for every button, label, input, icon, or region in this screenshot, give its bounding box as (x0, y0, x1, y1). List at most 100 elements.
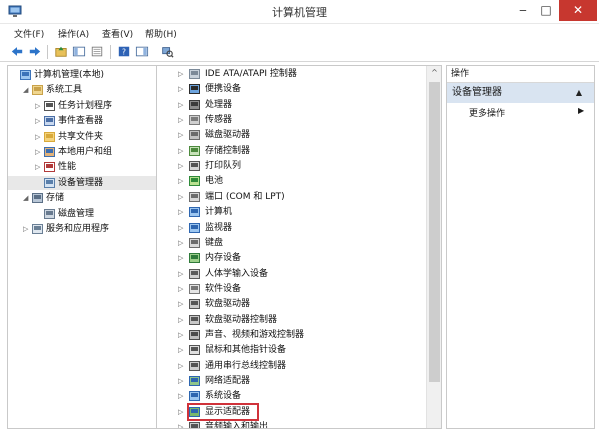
tree-item-label: 性能 (58, 162, 77, 173)
device-category[interactable]: ▷ 计算机 (157, 205, 422, 219)
device-category[interactable]: ▷ 电池 (157, 174, 422, 188)
tree-item[interactable]: 计算机管理(本地) (8, 68, 156, 82)
expand-arrow-icon[interactable]: ▷ (178, 67, 186, 81)
expand-arrow-icon[interactable]: ▷ (178, 420, 186, 428)
device-category[interactable]: ▷ 端口 (COM 和 LPT) (157, 190, 422, 204)
scrollbar-thumb[interactable] (429, 82, 440, 382)
device-category[interactable]: ▷ 显示适配器 (157, 402, 422, 421)
expand-arrow-icon[interactable]: ▷ (35, 130, 43, 144)
properties-icon[interactable] (89, 44, 105, 59)
device-category[interactable]: ▷ 存储控制器 (157, 144, 422, 158)
expand-arrow-icon[interactable]: ▷ (178, 267, 186, 281)
device-category[interactable]: ▷ 鼠标和其他指针设备 (157, 343, 422, 357)
device-category[interactable]: ▷ 通用串行总线控制器 (157, 359, 422, 373)
menu-file[interactable]: 文件(F) (14, 27, 44, 40)
tree-item[interactable]: 设备管理器 (8, 175, 156, 190)
minimize-button[interactable]: ‒ (512, 0, 534, 21)
device-category[interactable]: ▷ IDE ATA/ATAPI 控制器 (157, 67, 422, 81)
device-category[interactable]: ▷ 音频输入和输出 (157, 420, 422, 428)
scroll-up-arrow-icon[interactable]: ^ (427, 66, 441, 80)
expand-arrow-icon[interactable]: ▷ (35, 145, 43, 159)
device-category[interactable]: ▷ 软盘驱动器 (157, 297, 422, 311)
performance-icon (44, 162, 55, 173)
tree-item[interactable]: 磁盘管理 (8, 207, 156, 221)
forward-arrow-icon[interactable] (27, 44, 43, 59)
vertical-scrollbar[interactable]: ^ (426, 66, 441, 428)
device-category[interactable]: ▷ 系统设备 (157, 389, 422, 403)
tree-item[interactable]: ▷ 任务计划程序 (8, 99, 156, 113)
device-category[interactable]: ▷ 便携设备 (157, 82, 422, 96)
device-category-label: 软盘驱动器 (205, 299, 251, 310)
tree-item[interactable]: ▷ 性能 (8, 160, 156, 174)
tree-item[interactable]: ▷ 本地用户和组 (8, 145, 156, 159)
device-category[interactable]: ▷ 监视器 (157, 221, 422, 235)
device-category[interactable]: ▷ 传感器 (157, 113, 422, 127)
expand-arrow-icon[interactable]: ▷ (178, 174, 186, 188)
show-hide-tree-icon[interactable] (71, 44, 87, 59)
device-category-label: 存储控制器 (205, 145, 251, 156)
expand-arrow-icon[interactable]: ▷ (178, 144, 186, 158)
expand-arrow-icon[interactable]: ▷ (178, 236, 186, 250)
expand-arrow-icon[interactable]: ▷ (178, 313, 186, 327)
show-hide-action-pane-icon[interactable] (134, 44, 150, 59)
expand-arrow-icon[interactable]: ▷ (178, 359, 186, 373)
expand-arrow-icon[interactable]: ▷ (178, 98, 186, 112)
up-folder-icon[interactable] (53, 44, 69, 59)
expand-arrow-icon[interactable]: ▷ (178, 389, 186, 403)
expand-arrow-icon[interactable]: ▷ (178, 297, 186, 311)
tree-item-label: 任务计划程序 (58, 100, 113, 111)
tree-item[interactable]: ▷ 共享文件夹 (8, 130, 156, 144)
tree-item-label: 磁盘管理 (58, 208, 95, 219)
actions-section-device-manager[interactable]: 设备管理器 ▲ (447, 83, 594, 103)
expand-arrow-icon[interactable]: ▷ (35, 99, 43, 113)
expand-arrow-icon[interactable]: ▷ (178, 251, 186, 265)
hid-icon (189, 268, 200, 279)
device-category-label: 处理器 (205, 99, 233, 110)
device-category[interactable]: ▷ 人体学输入设备 (157, 267, 422, 281)
device-category[interactable]: ▷ 打印队列 (157, 159, 422, 173)
more-actions-link[interactable]: 更多操作 (469, 106, 505, 119)
device-category[interactable]: ▷ 内存设备 (157, 251, 422, 265)
expand-arrow-icon[interactable]: ▷ (178, 190, 186, 204)
expand-arrow-icon[interactable]: ▷ (35, 114, 43, 128)
device-category[interactable]: ▷ 磁盘驱动器 (157, 128, 422, 142)
audio-io-icon (189, 422, 200, 428)
device-category[interactable]: ▷ 软件设备 (157, 282, 422, 296)
maximize-button[interactable]: □ (535, 0, 557, 21)
expand-arrow-icon[interactable]: ▷ (178, 159, 186, 173)
expand-arrow-icon[interactable]: ▷ (178, 82, 186, 96)
expand-arrow-icon[interactable]: ▷ (178, 205, 186, 219)
device-manager-icon (44, 177, 55, 188)
more-actions-arrow-icon[interactable]: ▶ (578, 106, 584, 115)
tree-item[interactable]: ▷ 服务和应用程序 (8, 222, 156, 236)
expand-arrow-icon[interactable]: ▷ (23, 222, 31, 236)
back-arrow-icon[interactable] (9, 44, 25, 59)
collapse-caret-icon[interactable]: ▲ (576, 83, 582, 103)
help-icon[interactable]: ? (116, 44, 132, 59)
tree-item[interactable]: ▷ 事件查看器 (8, 114, 156, 128)
expand-arrow-icon[interactable]: ▷ (178, 282, 186, 296)
menu-action[interactable]: 操作(A) (58, 27, 89, 40)
expand-arrow-icon[interactable]: ▷ (178, 221, 186, 235)
expand-arrow-icon[interactable]: ▷ (178, 405, 186, 419)
expand-arrow-icon[interactable]: ▷ (178, 374, 186, 388)
tree-item[interactable]: ◢ 存储 (8, 191, 156, 205)
device-category[interactable]: ▷ 软盘驱动器控制器 (157, 313, 422, 327)
device-category[interactable]: ▷ 声音、视频和游戏控制器 (157, 328, 422, 342)
expand-arrow-icon[interactable]: ▷ (178, 128, 186, 142)
device-category[interactable]: ▷ 处理器 (157, 98, 422, 112)
menu-help[interactable]: 帮助(H) (145, 27, 177, 40)
expand-arrow-icon[interactable]: ◢ (23, 191, 31, 205)
tree-item[interactable]: ◢ 系统工具 (8, 83, 156, 97)
expand-arrow-icon[interactable]: ▷ (178, 328, 186, 342)
device-category[interactable]: ▷ 网络适配器 (157, 374, 422, 388)
device-category[interactable]: ▷ 键盘 (157, 236, 422, 250)
scan-hardware-icon[interactable] (159, 44, 175, 59)
expand-arrow-icon[interactable]: ▷ (178, 113, 186, 127)
expand-arrow-icon[interactable]: ▷ (35, 160, 43, 174)
close-button[interactable]: ✕ (559, 0, 597, 21)
menu-view[interactable]: 查看(V) (102, 27, 133, 40)
sound-icon (189, 329, 200, 340)
expand-arrow-icon[interactable]: ▷ (178, 343, 186, 357)
expand-arrow-icon[interactable]: ◢ (23, 83, 31, 97)
